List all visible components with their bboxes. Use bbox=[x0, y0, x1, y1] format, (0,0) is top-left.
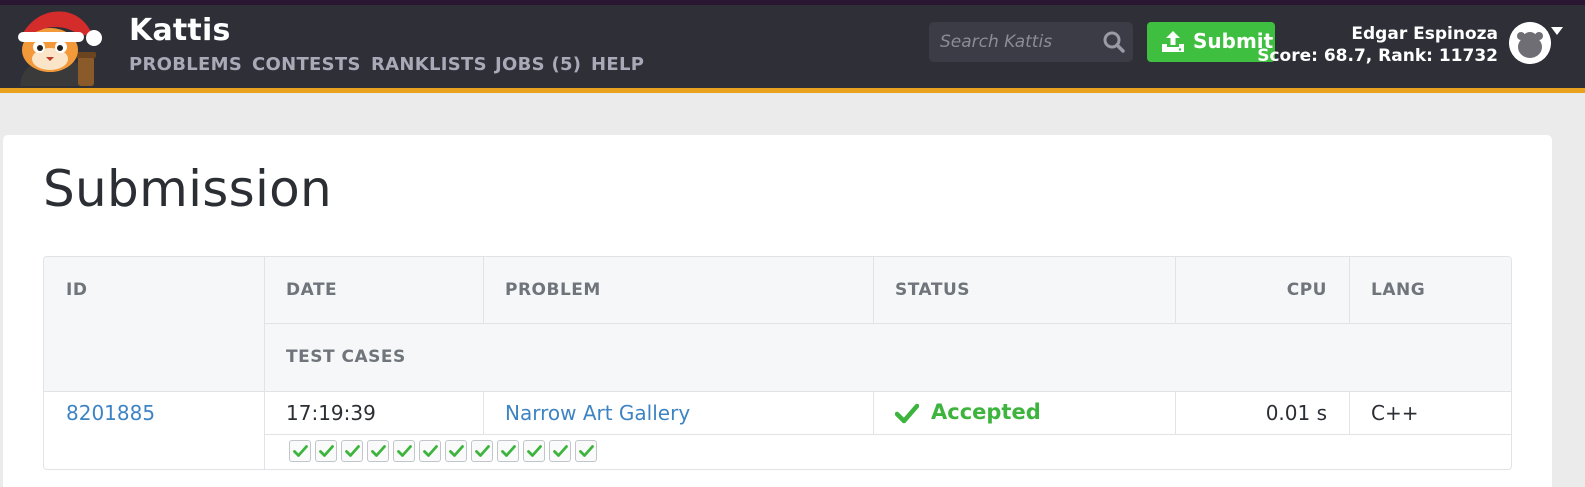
test-case-passed[interactable] bbox=[367, 440, 389, 462]
caret-down-icon[interactable] bbox=[1550, 26, 1564, 36]
col-divider bbox=[483, 257, 484, 323]
status-accepted: Accepted bbox=[931, 400, 1041, 424]
check-icon bbox=[397, 445, 412, 457]
check-icon bbox=[319, 445, 334, 457]
default-avatar-icon bbox=[1509, 22, 1551, 64]
check-icon bbox=[527, 445, 542, 457]
col-divider bbox=[873, 391, 874, 434]
brand-title[interactable]: Kattis bbox=[129, 13, 231, 48]
page-title: Submission bbox=[43, 160, 333, 218]
row-divider bbox=[264, 434, 1511, 435]
header-problem[interactable]: PROBLEM bbox=[505, 280, 601, 300]
test-case-passed[interactable] bbox=[393, 440, 415, 462]
problem-link[interactable]: Narrow Art Gallery bbox=[505, 401, 690, 425]
header-divider bbox=[264, 323, 1511, 324]
test-case-passed[interactable] bbox=[575, 440, 597, 462]
submission-table: ID DATE PROBLEM STATUS CPU LANG TEST CAS… bbox=[43, 256, 1512, 470]
test-case-passed[interactable] bbox=[549, 440, 571, 462]
header-test-cases: TEST CASES bbox=[286, 347, 406, 367]
test-case-passed[interactable] bbox=[315, 440, 337, 462]
header-id[interactable]: ID bbox=[66, 280, 87, 300]
nav-ranklists[interactable]: RANKLISTS bbox=[371, 54, 487, 75]
kattis-logo[interactable] bbox=[6, 4, 110, 86]
col-divider bbox=[1349, 257, 1350, 323]
test-case-passed[interactable] bbox=[341, 440, 363, 462]
test-case-passed[interactable] bbox=[471, 440, 493, 462]
user-score-rank: Score: 68.7, Rank: 11732 bbox=[1257, 46, 1498, 66]
test-case-passed[interactable] bbox=[497, 440, 519, 462]
test-case-passed[interactable] bbox=[289, 440, 311, 462]
avatar[interactable] bbox=[1509, 22, 1551, 64]
language: C++ bbox=[1371, 401, 1419, 425]
col-divider bbox=[483, 391, 484, 434]
check-icon bbox=[553, 445, 568, 457]
col-divider bbox=[873, 257, 874, 323]
check-icon bbox=[449, 445, 464, 457]
test-case-passed[interactable] bbox=[523, 440, 545, 462]
submit-button[interactable]: Submit bbox=[1147, 22, 1275, 62]
check-icon bbox=[501, 445, 516, 457]
nav-help[interactable]: HELP bbox=[591, 54, 644, 75]
col-divider bbox=[1349, 391, 1350, 434]
nav-jobs[interactable]: JOBS (5) bbox=[495, 54, 581, 75]
header-status[interactable]: STATUS bbox=[895, 280, 970, 300]
nav-contests[interactable]: CONTESTS bbox=[252, 54, 361, 75]
search-icon[interactable] bbox=[1102, 30, 1126, 54]
submission-date: 17:19:39 bbox=[286, 401, 376, 425]
nav-problems[interactable]: PROBLEMS bbox=[129, 54, 242, 75]
header-cpu[interactable]: CPU bbox=[1175, 280, 1327, 300]
search-box bbox=[929, 22, 1133, 62]
check-icon bbox=[293, 445, 308, 457]
check-icon bbox=[423, 445, 438, 457]
test-case-passed[interactable] bbox=[419, 440, 441, 462]
check-icon bbox=[579, 445, 594, 457]
check-icon bbox=[345, 445, 360, 457]
check-icon bbox=[371, 445, 386, 457]
test-case-passed[interactable] bbox=[445, 440, 467, 462]
user-name[interactable]: Edgar Espinoza bbox=[1351, 24, 1498, 44]
upload-icon bbox=[1162, 31, 1184, 52]
search-input[interactable] bbox=[929, 22, 1099, 62]
submission-id-link[interactable]: 8201885 bbox=[66, 401, 155, 425]
check-icon bbox=[475, 445, 490, 457]
cpu-time: 0.01 s bbox=[1265, 401, 1327, 425]
check-icon bbox=[895, 403, 919, 424]
header-date[interactable]: DATE bbox=[286, 280, 337, 300]
header-lang[interactable]: LANG bbox=[1371, 280, 1425, 300]
col-divider bbox=[264, 257, 265, 469]
